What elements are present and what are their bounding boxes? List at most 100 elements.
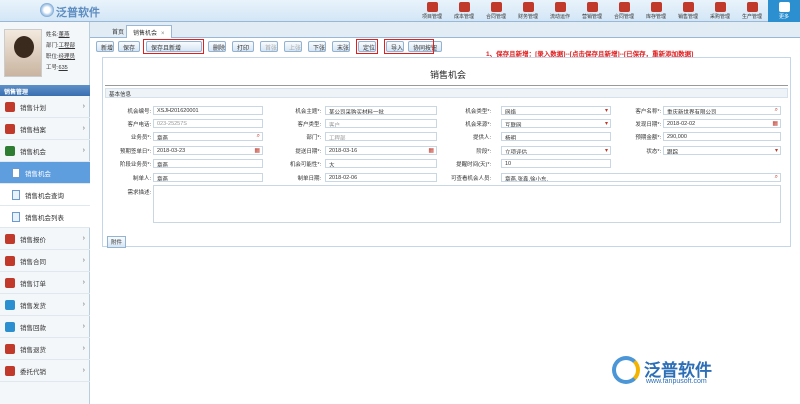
toolbar: 新增 保存 保存且新增 删除 打印 首张 上张 下张 末张 定位 导入 协同按钮: [94, 39, 800, 54]
attach-button[interactable]: 附件: [107, 236, 127, 248]
sidebar: 姓名:董燕 部门:工程部 职位:经理员 工号:635 销售管理 销售计划 › 销售档…: [0, 22, 90, 404]
sidebar-item-1[interactable]: 销售档案 ›: [0, 118, 90, 140]
sidebar-item-8[interactable]: 销售订单 ›: [0, 272, 90, 294]
create-date-field[interactable]: 2018-02-06: [325, 173, 437, 182]
phone-label: 客户电话:: [127, 122, 151, 128]
probability-field[interactable]: 大: [325, 159, 437, 168]
field-value: 网络: [505, 110, 517, 115]
field-value: 互联网: [505, 123, 522, 128]
sidebar-item-6[interactable]: 销售报价 ›: [0, 228, 90, 250]
contract-icon: [490, 2, 502, 12]
module-marketing[interactable]: 营销管理: [576, 0, 608, 22]
sidebar-item-0[interactable]: 销售计划 ›: [0, 96, 90, 118]
remind-date-field[interactable]: 2018-03-16 ▦: [325, 146, 437, 155]
field-value: 客户: [329, 123, 341, 128]
status-field[interactable]: 跟踪 ▾: [663, 146, 781, 155]
module-icon: [5, 145, 15, 156]
description-textarea[interactable]: [153, 185, 781, 223]
sidebar-item-3[interactable]: 销售机会: [0, 162, 90, 184]
sidebar-item-4[interactable]: 销售机会查询: [0, 184, 90, 206]
type-field[interactable]: 网络 ▾: [501, 106, 611, 115]
subject-field[interactable]: 某公司采购买材料一批: [325, 106, 437, 115]
toolbar-button-7[interactable]: 下张: [308, 41, 326, 52]
sidebar-item-label: 销售机会: [20, 148, 46, 156]
flow-icon: [554, 2, 566, 12]
user-role[interactable]: 经理员: [59, 54, 76, 60]
provider-field[interactable]: 杨明: [501, 132, 611, 141]
cost-icon: [458, 2, 470, 12]
sidebar-item-9[interactable]: 销售发货 ›: [0, 294, 90, 316]
sidebar-item-label: 销售机会: [25, 170, 51, 178]
dropdown-icon[interactable]: ▾: [775, 147, 778, 154]
toolbar-button-6[interactable]: 上张: [284, 41, 302, 52]
toolbar-button-0[interactable]: 新增: [96, 41, 114, 52]
sidebar-item-10[interactable]: 销售回款 ›: [0, 316, 90, 338]
highlight-box: [143, 39, 204, 54]
module-sales[interactable]: 销售管理: [672, 0, 704, 22]
module-more[interactable]: 更多: [768, 0, 800, 22]
search-icon[interactable]: ⌕: [257, 133, 260, 140]
module-label: 流动运作: [549, 14, 570, 20]
sidebar-item-label: 销售机会列表: [25, 214, 64, 222]
module-cost[interactable]: 成本管理: [448, 0, 480, 22]
remind-days-field[interactable]: 10: [501, 159, 611, 168]
expected-amount-field[interactable]: 290,000: [663, 132, 781, 141]
stage-staff-field[interactable]: 章燕: [153, 159, 263, 168]
cust-type-field[interactable]: 客户: [325, 119, 437, 128]
chevron-right-icon: ›: [82, 147, 85, 154]
module-stock[interactable]: 库存管理: [640, 0, 672, 22]
module-purchase[interactable]: 采购管理: [704, 0, 736, 22]
user-panel: 姓名:董燕 部门:工程部 职位:经理员 工号:635: [0, 22, 90, 84]
calendar-icon[interactable]: ▦: [772, 120, 778, 127]
sidebar-nav: 销售计划 › 销售档案 › 销售机会 › 销售机会销售机会查询 销售机会列表销售报价 › 销售合同…: [0, 96, 90, 382]
module-project[interactable]: 项目管理: [416, 0, 448, 22]
field-value: 杨明: [505, 136, 517, 141]
expected-date-field[interactable]: 2018-03-23 ▦: [153, 146, 263, 155]
module-production[interactable]: 生产管理: [736, 0, 768, 22]
module-contract2[interactable]: 合同管理: [608, 0, 640, 22]
close-icon[interactable]: ×: [161, 31, 165, 37]
tab-current[interactable]: 销售机会 ×: [126, 25, 172, 38]
sidebar-item-5[interactable]: 销售机会列表: [0, 206, 90, 228]
module-finance[interactable]: 财务管理: [512, 0, 544, 22]
stage-field[interactable]: 立项评估 ▾: [501, 146, 611, 155]
tab-home-label: 首页: [112, 30, 125, 36]
toolbar-button-3[interactable]: 删除: [208, 41, 226, 52]
toolbar-button-1[interactable]: 保存: [118, 41, 140, 52]
chevron-right-icon: ›: [82, 103, 85, 110]
toolbar-button-5[interactable]: 首张: [260, 41, 278, 52]
status-label: 状态*:: [646, 149, 661, 155]
production-icon: [746, 2, 758, 12]
salesman-field[interactable]: 章燕 ⌕: [153, 132, 263, 141]
calendar-icon[interactable]: ▦: [254, 147, 260, 154]
user-id[interactable]: 635: [59, 65, 68, 71]
sidebar-item-12[interactable]: 委托代销 ›: [0, 360, 90, 382]
field-value: 某公司采购买材料一批: [329, 110, 385, 115]
sidebar-item-label: 销售机会查询: [25, 192, 64, 200]
field-value: 2018-03-16: [329, 148, 358, 154]
module-flow[interactable]: 流动运作: [544, 0, 576, 22]
search-icon[interactable]: ⌕: [775, 174, 778, 181]
dept-label: 部门*:: [306, 135, 321, 141]
viewers-field[interactable]: 章燕,张鑫,徐小东, ⌕: [501, 173, 781, 182]
sidebar-item-11[interactable]: 销售退货 ›: [0, 338, 90, 360]
user-name[interactable]: 董燕: [59, 32, 70, 38]
toolbar-button-8[interactable]: 末张: [332, 41, 350, 52]
sidebar-item-2[interactable]: 销售机会 ›: [0, 140, 90, 162]
search-icon[interactable]: ⌕: [775, 107, 778, 114]
source-field[interactable]: 互联网 ▾: [501, 119, 611, 128]
toolbar-button-4[interactable]: 打印: [232, 41, 254, 52]
top-bar: 泛普软件 项目管理 成本管理 合同管理 财务管理 流动运作 营销管理 合同管理 库存管理 销售管…: [0, 0, 800, 22]
customer-field[interactable]: 重庆新世界有限公司 ⌕: [663, 106, 781, 115]
found-date-field[interactable]: 2018-02-02 ▦: [663, 119, 781, 128]
phone-field[interactable]: 023-25257S: [153, 119, 263, 128]
sidebar-item-7[interactable]: 销售合同 ›: [0, 250, 90, 272]
customer-label: 客户名称*:: [635, 109, 661, 115]
dept-field[interactable]: 工程部: [325, 132, 437, 141]
creator-field[interactable]: 章燕: [153, 173, 263, 182]
opp-no-field[interactable]: XSJH201620001: [153, 106, 263, 115]
user-dept[interactable]: 工程部: [59, 43, 76, 49]
module-contract[interactable]: 合同管理: [480, 0, 512, 22]
field-value: 023-25257S: [157, 121, 187, 127]
module-icon: [5, 343, 15, 354]
